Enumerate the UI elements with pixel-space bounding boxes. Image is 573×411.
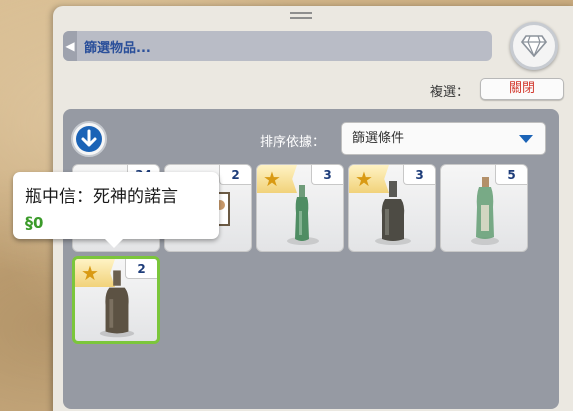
sort-direction-button[interactable]	[71, 121, 107, 157]
inventory-slot-5[interactable]: 5	[440, 164, 528, 252]
inventory-slot-6[interactable]: ★ 2	[72, 256, 160, 344]
down-arrow-icon	[76, 126, 102, 152]
gem-button[interactable]	[510, 22, 558, 70]
tooltip-price: §0	[25, 213, 207, 232]
message-bottle-icon	[471, 177, 499, 245]
filter-label: 篩選物品...	[84, 40, 151, 56]
multi-select-label: 複選：	[430, 85, 470, 100]
sort-selected-value: 篩選條件	[352, 131, 405, 146]
price-value: 0	[33, 214, 44, 232]
sort-dropdown[interactable]: 篩選條件	[341, 122, 546, 155]
sort-by-label: 排序依據：	[260, 135, 326, 150]
dark-bottle-icon	[375, 181, 411, 245]
close-button[interactable]: 關閉	[480, 78, 564, 100]
green-bottle-icon	[287, 185, 319, 245]
inventory-slot-4[interactable]: ★ 3	[348, 164, 436, 252]
brown-bottle-icon	[99, 270, 135, 338]
diamond-icon	[521, 35, 547, 57]
chevron-down-icon	[519, 135, 533, 143]
item-tooltip: 瓶中信：死神的諾言 §0	[13, 172, 219, 248]
drag-handle-icon[interactable]	[290, 12, 312, 19]
filter-bar[interactable]: ◀ 篩選物品...	[63, 31, 492, 61]
tooltip-title: 瓶中信：死神的諾言	[25, 187, 178, 207]
back-arrow-icon[interactable]: ◀	[63, 31, 77, 61]
inventory-slot-3[interactable]: ★ 3	[256, 164, 344, 252]
simoleon-icon: §	[25, 213, 33, 232]
inventory-grid: 排序依據： 篩選條件 34 2 ★ 3	[63, 109, 559, 409]
